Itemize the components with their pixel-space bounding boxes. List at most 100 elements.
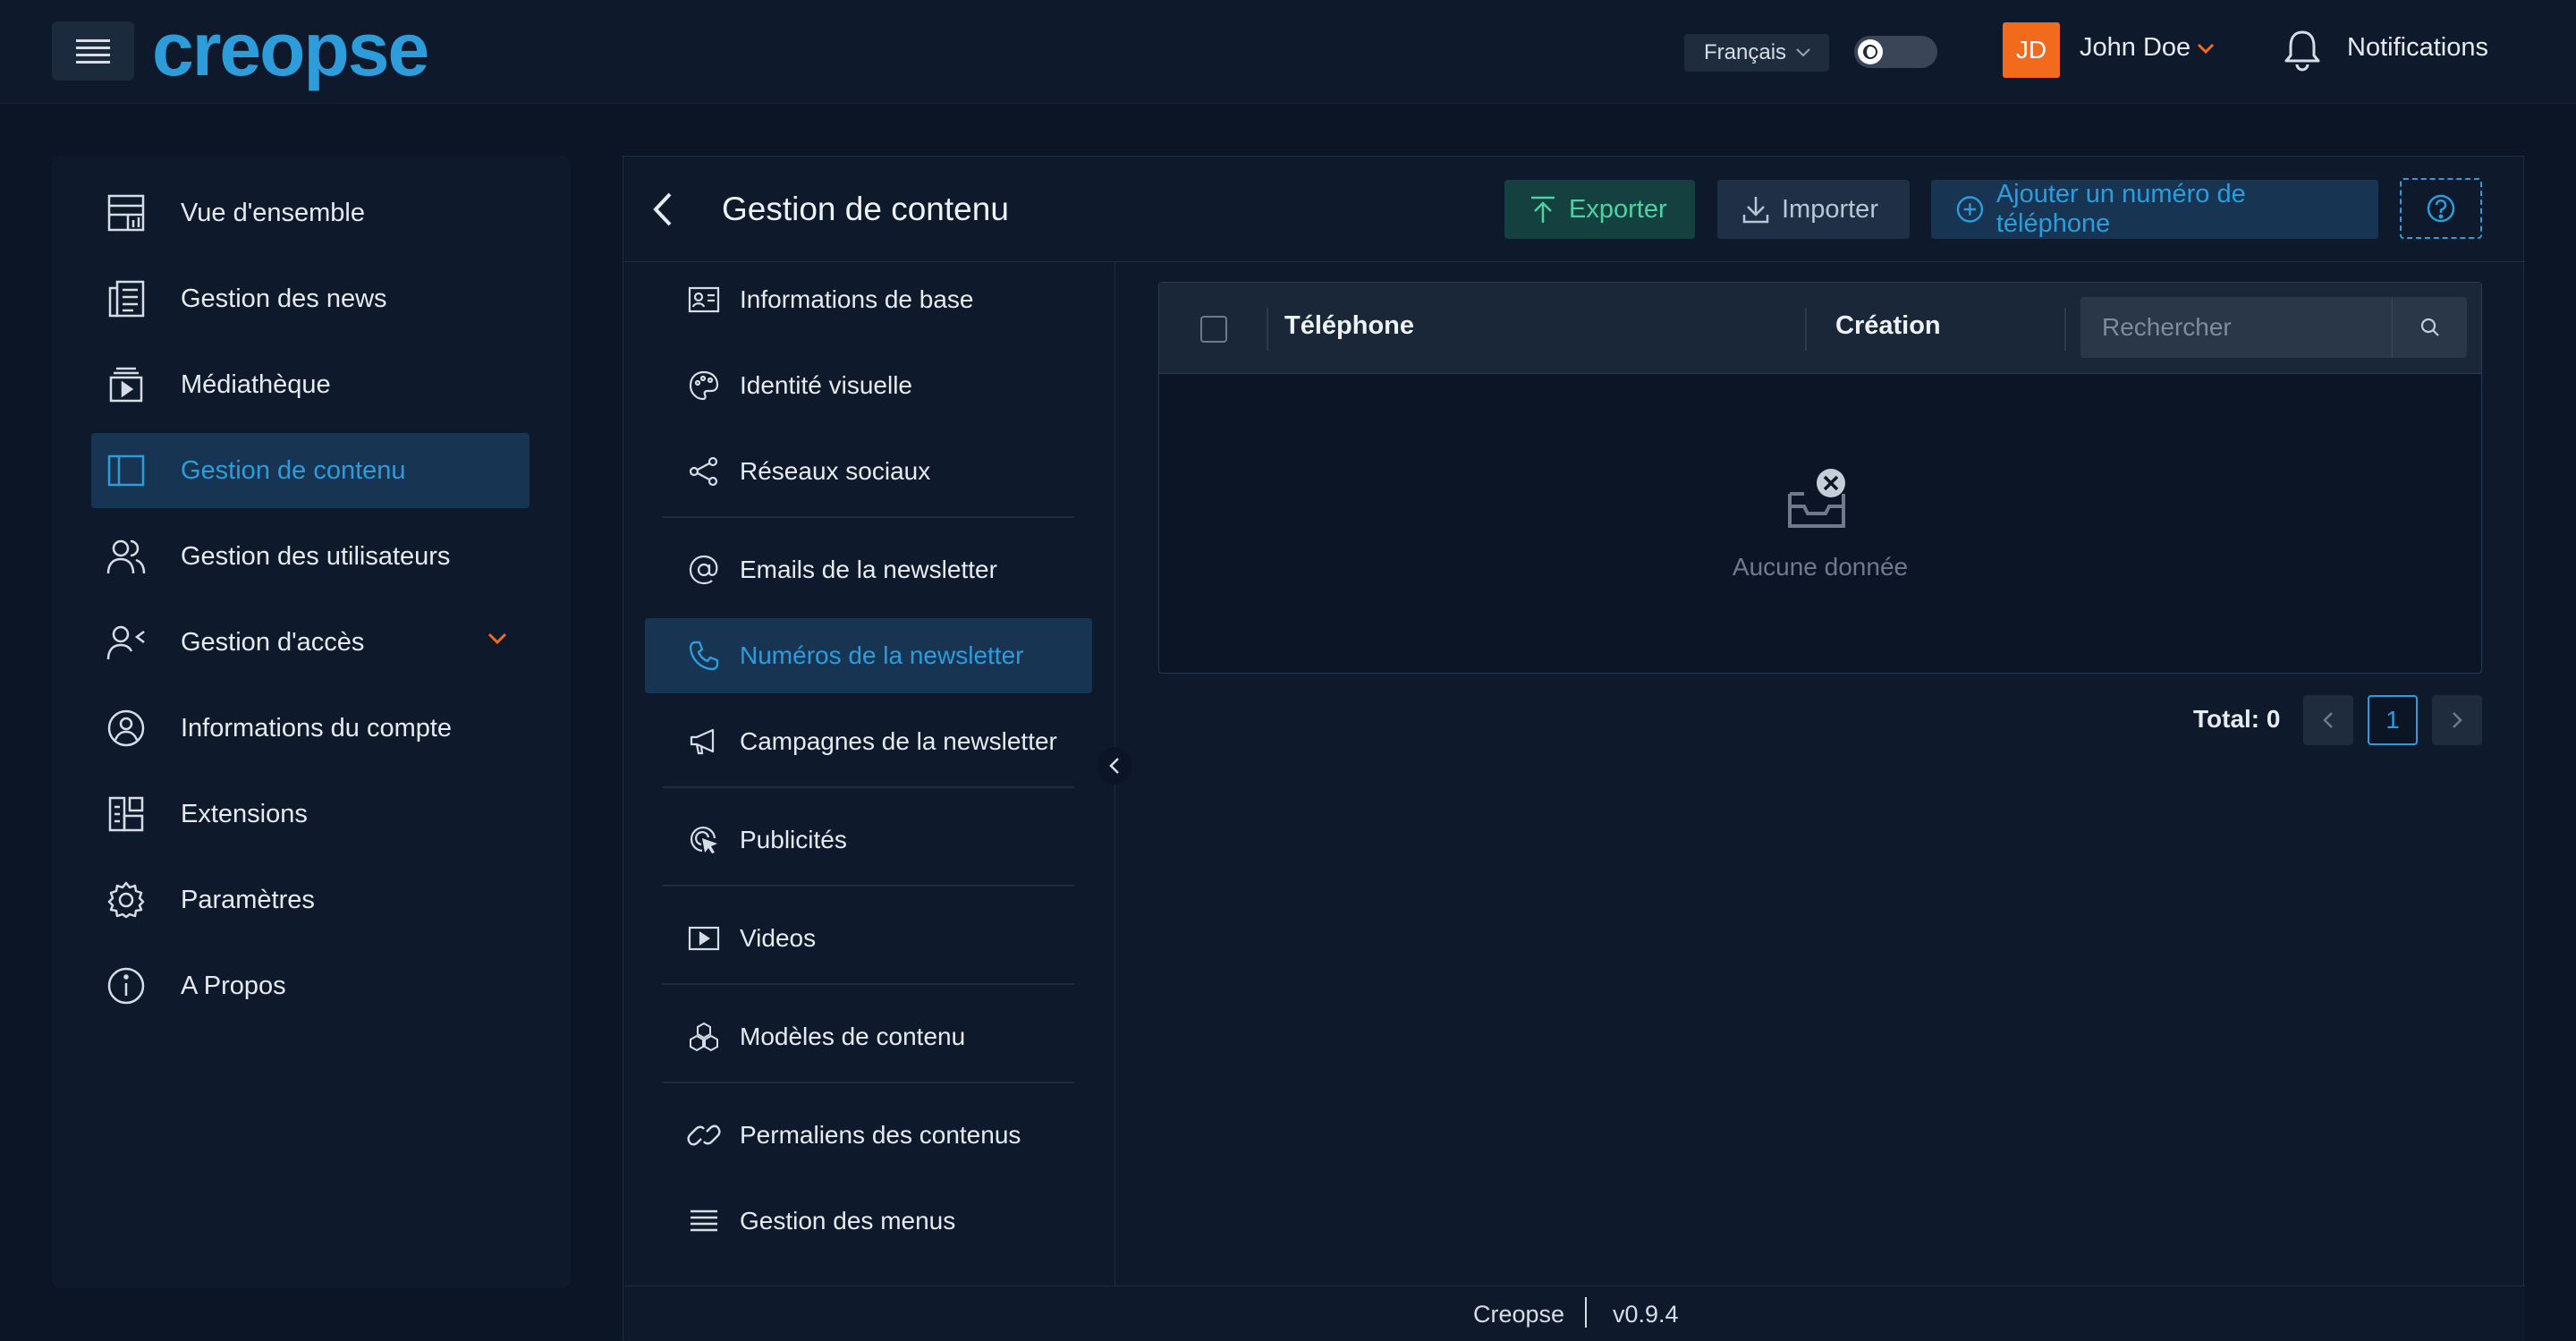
video-icon xyxy=(686,925,722,952)
extensions-icon xyxy=(104,794,148,834)
help-button[interactable] xyxy=(2400,178,2482,239)
column-separator xyxy=(1805,308,1807,351)
subnav-item-basic-info[interactable]: Informations de base xyxy=(645,262,1092,337)
sidebar-item-label: Médiathèque xyxy=(181,369,331,399)
subnav-item-newsletter-campaigns[interactable]: Campagnes de la newsletter xyxy=(645,704,1092,779)
next-page-button[interactable] xyxy=(2432,695,2482,745)
subnav-item-label: Campagnes de la newsletter xyxy=(740,727,1057,755)
panel-header: Gestion de contenu Exporter Importer Ajo… xyxy=(623,157,2525,262)
subnav-item-label: Videos xyxy=(740,924,817,952)
subnav-item-visual-identity[interactable]: Identité visuelle xyxy=(645,348,1092,423)
bell-icon[interactable] xyxy=(2283,29,2322,72)
sidebar-item-users[interactable]: Gestion des utilisateurs xyxy=(91,519,530,594)
hamburger-icon xyxy=(76,39,110,64)
collapse-subnav-button[interactable] xyxy=(1097,747,1131,785)
content-panel: Gestion de contenu Exporter Importer Ajo… xyxy=(623,156,2525,1341)
sidebar-item-media[interactable]: Médiathèque xyxy=(91,347,530,422)
footer-separator xyxy=(1585,1297,1587,1328)
language-label: Français xyxy=(1704,40,1787,64)
chevron-down-icon xyxy=(487,632,507,645)
subnav-item-content-models[interactable]: Modèles de contenu xyxy=(645,999,1092,1074)
subnav-item-social[interactable]: Réseaux sociaux xyxy=(645,434,1092,509)
top-header: creopse Français JD John Doe Notificatio… xyxy=(0,0,2576,104)
export-button[interactable]: Exporter xyxy=(1504,180,1695,239)
total-count: Total: 0 xyxy=(2193,705,2281,733)
notifications-link[interactable]: Notifications xyxy=(2347,33,2488,63)
import-button[interactable]: Importer xyxy=(1717,180,1910,239)
chevron-down-icon xyxy=(1796,48,1810,57)
column-separator xyxy=(1267,308,1268,351)
subnav-item-ads[interactable]: Publicités xyxy=(645,802,1092,878)
subnav-item-permalinks[interactable]: Permaliens des contenus xyxy=(645,1098,1092,1173)
menu-toggle-button[interactable] xyxy=(52,21,134,81)
plus-circle-icon xyxy=(1956,196,1984,223)
sidebar-item-extensions[interactable]: Extensions xyxy=(91,777,530,852)
users-icon xyxy=(104,537,148,576)
user-name: John Doe xyxy=(2080,33,2191,62)
page-number-button[interactable]: 1 xyxy=(2368,695,2418,745)
add-phone-button[interactable]: Ajouter un numéro de téléphone xyxy=(1931,180,2378,239)
sidebar-item-about[interactable]: A Propos xyxy=(91,948,530,1023)
export-label: Exporter xyxy=(1569,194,1667,224)
chevron-left-icon xyxy=(1109,758,1119,774)
prev-page-button[interactable] xyxy=(2303,695,2353,745)
at-icon xyxy=(686,554,722,586)
empty-state-text: Aucune donnée xyxy=(1732,553,1909,581)
media-icon xyxy=(104,365,148,404)
subnav-item-videos[interactable]: Videos xyxy=(645,901,1092,976)
chevron-down-icon xyxy=(2198,43,2215,54)
chevron-left-icon xyxy=(653,192,672,226)
subnav-item-menus[interactable]: Gestion des menus xyxy=(645,1184,1092,1259)
sidebar-item-label: Gestion des news xyxy=(181,284,387,313)
sidebar-item-label: Extensions xyxy=(181,799,308,828)
moon-icon xyxy=(1858,39,1883,64)
sidebar-item-content[interactable]: Gestion de contenu xyxy=(91,433,530,508)
help-icon xyxy=(2427,194,2455,223)
subnav-divider xyxy=(663,983,1074,985)
cubes-icon xyxy=(686,1021,722,1053)
layout-icon xyxy=(104,451,148,490)
import-label: Importer xyxy=(1782,194,1878,224)
news-icon xyxy=(104,279,148,318)
subnav-divider xyxy=(663,885,1074,887)
back-button[interactable] xyxy=(650,191,677,228)
sidebar-item-account[interactable]: Informations du compte xyxy=(91,691,530,766)
subnav-divider xyxy=(663,1082,1074,1083)
sidebar-item-access[interactable]: Gestion d'accès xyxy=(91,605,530,680)
language-select[interactable]: Français xyxy=(1684,34,1829,72)
subnav-item-newsletter-numbers[interactable]: Numéros de la newsletter xyxy=(645,618,1092,693)
column-header-created[interactable]: Création xyxy=(1835,311,1941,341)
dashboard-icon xyxy=(104,193,148,233)
app-logo[interactable]: creopse xyxy=(152,9,429,89)
sidebar-item-news[interactable]: Gestion des news xyxy=(91,261,530,336)
subnav-item-label: Gestion des menus xyxy=(740,1207,956,1235)
theme-toggle[interactable] xyxy=(1854,36,1937,68)
content-subnav: Informations de base Identité visuelle R… xyxy=(623,262,1115,1286)
footer: Creopse v0.9.4 xyxy=(623,1286,2525,1341)
subnav-item-label: Numéros de la newsletter xyxy=(740,641,1024,669)
link-icon xyxy=(686,1119,722,1151)
search-input[interactable]: Rechercher xyxy=(2080,297,2467,358)
sidebar-item-overview[interactable]: Vue d'ensemble xyxy=(91,175,530,250)
subnav-divider xyxy=(663,786,1074,788)
search-button[interactable] xyxy=(2392,297,2467,358)
search-icon xyxy=(2420,318,2439,336)
phones-table: Téléphone Création Rechercher Aucune don… xyxy=(1158,282,2482,674)
select-all-checkbox[interactable] xyxy=(1200,316,1227,343)
chevron-right-icon xyxy=(2453,712,2462,728)
sidebar-item-settings[interactable]: Paramètres xyxy=(91,862,530,938)
table-header: Téléphone Création Rechercher xyxy=(1159,283,2481,374)
sidebar-item-label: Vue d'ensemble xyxy=(181,198,365,227)
info-icon xyxy=(104,966,148,1006)
column-header-phone[interactable]: Téléphone xyxy=(1284,311,1414,341)
sidebar-item-label: Gestion d'accès xyxy=(181,627,365,657)
chevron-left-icon xyxy=(2323,712,2333,728)
user-menu[interactable]: John Doe xyxy=(2080,33,2216,63)
palette-icon xyxy=(686,369,722,402)
subnav-item-newsletter-emails[interactable]: Emails de la newsletter xyxy=(645,532,1092,607)
download-icon xyxy=(1742,197,1769,224)
subnav-item-label: Modèles de contenu xyxy=(740,1023,966,1050)
search-placeholder: Rechercher xyxy=(2102,313,2232,341)
avatar[interactable]: JD xyxy=(2003,22,2060,78)
main-sidebar: Vue d'ensemble Gestion des news Médiathè… xyxy=(52,156,571,1288)
